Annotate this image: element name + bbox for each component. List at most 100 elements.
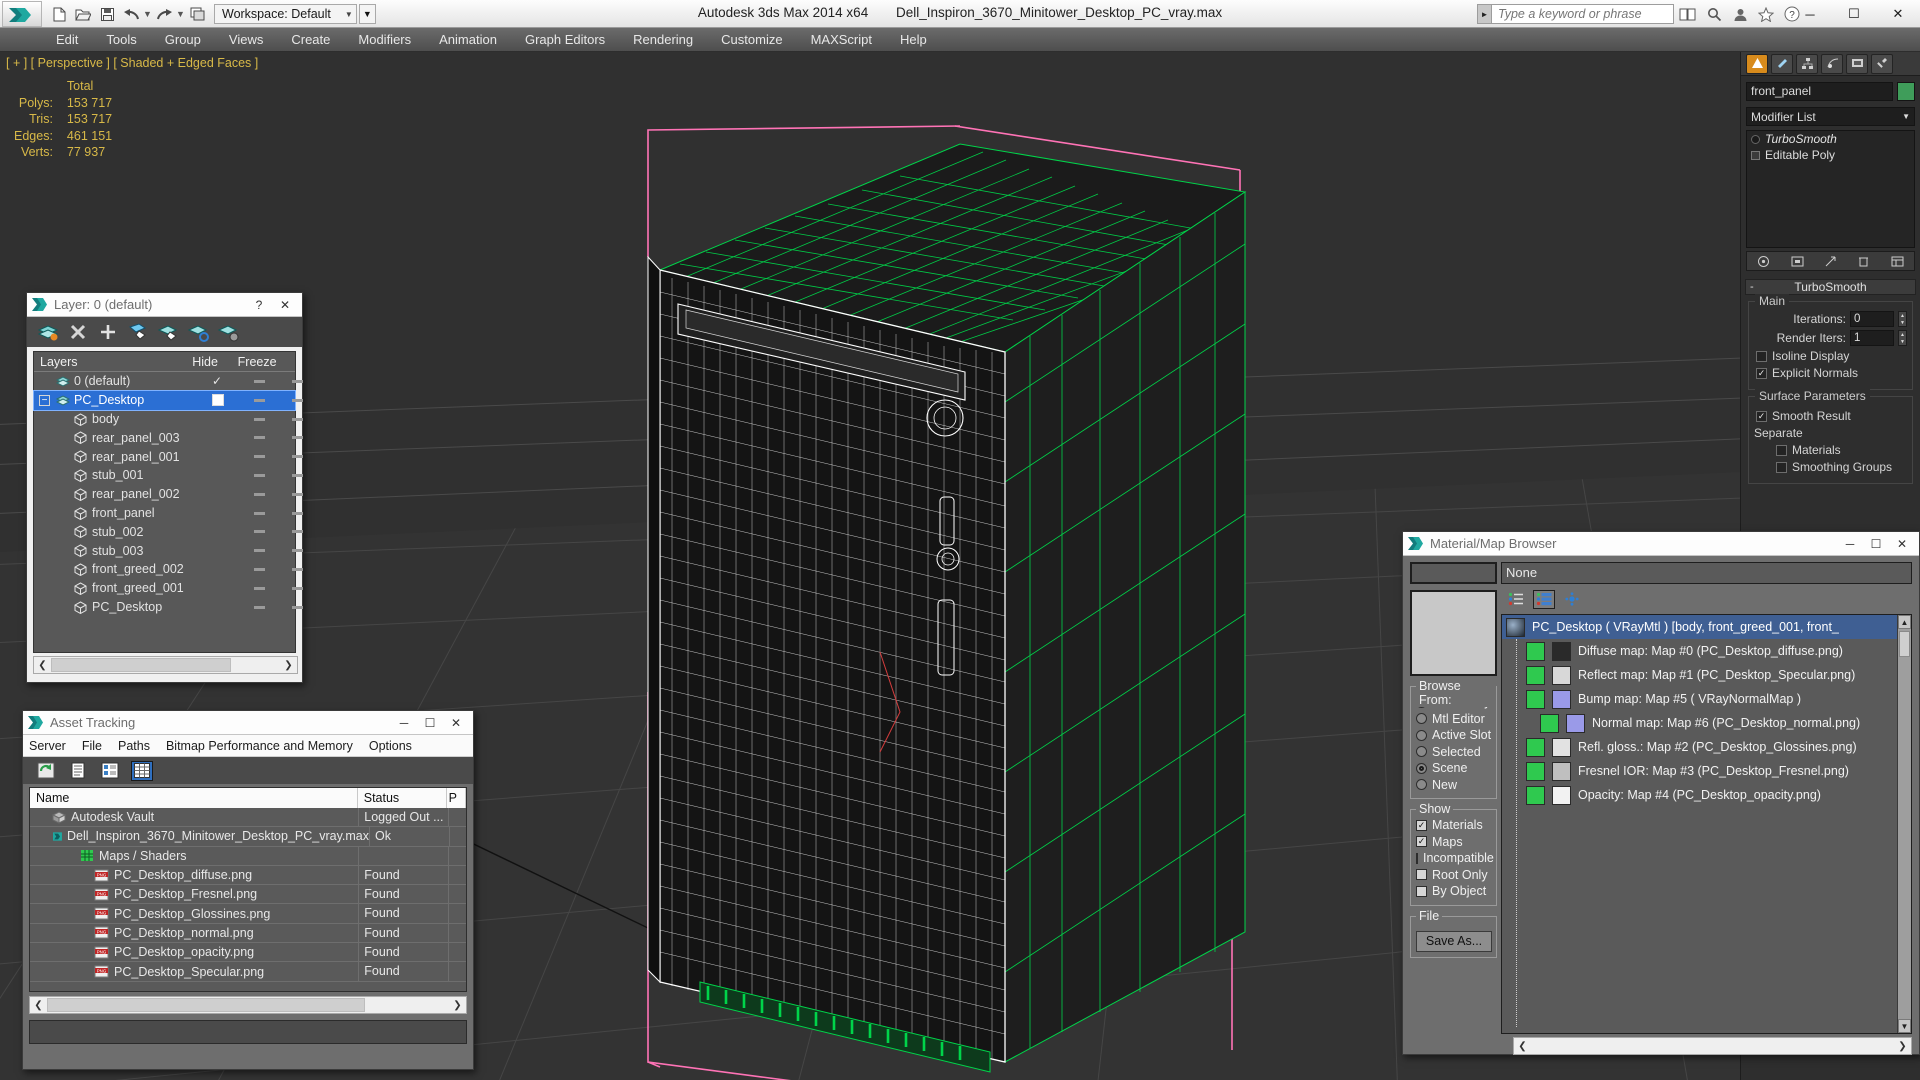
layer-list[interactable]: Layers Hide Freeze 0 (default) ✓ − PC_Deskt… <box>33 351 303 653</box>
isoline-display-row[interactable]: Isoline Display <box>1756 349 1907 363</box>
view-list-icon[interactable] <box>1505 590 1527 609</box>
remove-modifier-icon[interactable] <box>1855 253 1872 269</box>
isoline-display-checkbox[interactable] <box>1756 350 1767 362</box>
menu-item-customize[interactable]: Customize <box>707 28 796 52</box>
search-icon[interactable] <box>1704 4 1724 24</box>
layer-row[interactable]: rear_panel_003 <box>34 428 303 447</box>
make-unique-icon[interactable] <box>1822 253 1839 269</box>
hide-toggle[interactable] <box>254 436 265 440</box>
asset-menu-paths[interactable]: Paths <box>118 739 150 753</box>
favorites-star-icon[interactable] <box>1756 4 1776 24</box>
hide-toggle[interactable] <box>254 417 265 421</box>
show-end-result-icon[interactable] <box>1789 253 1806 269</box>
show-option-maps[interactable]: ✓ Maps <box>1416 834 1492 851</box>
menu-item-edit[interactable]: Edit <box>42 28 92 52</box>
freeze-toggle[interactable] <box>292 436 303 440</box>
hide-toggle[interactable] <box>254 511 265 515</box>
checkbox-icon[interactable]: ✓ <box>1416 819 1427 831</box>
menu-item-group[interactable]: Group <box>151 28 215 52</box>
view-small-icons-icon[interactable] <box>1561 590 1583 609</box>
freeze-toggle[interactable] <box>292 473 303 477</box>
save-as-button[interactable]: Save As... <box>1416 930 1492 952</box>
layer-row[interactable]: front_greed_001 <box>34 579 303 598</box>
freeze-toggle[interactable] <box>292 417 303 421</box>
scroll-right-icon[interactable]: ❯ <box>449 997 466 1013</box>
smoothing-groups-row[interactable]: Smoothing Groups <box>1776 460 1907 474</box>
tab-modify[interactable] <box>1771 53 1793 74</box>
material-root-row[interactable]: PC_Desktop ( VRayMtl ) [body, front_gree… <box>1502 615 1911 639</box>
object-color-swatch[interactable] <box>1897 81 1915 101</box>
hide-toggle[interactable] <box>254 567 265 571</box>
help-sign-in-icon[interactable] <box>1730 4 1750 24</box>
mmb-horizontal-scrollbar[interactable]: ❮ ❯ <box>1513 1037 1912 1055</box>
layer-active-check-icon[interactable]: ✓ <box>212 374 222 388</box>
layer-expander-icon[interactable]: − <box>39 394 50 406</box>
browse-from-scene[interactable]: Scene <box>1416 760 1492 777</box>
radio-icon[interactable] <box>1416 779 1427 791</box>
menu-item-create[interactable]: Create <box>277 28 344 52</box>
scroll-thumb[interactable] <box>47 998 365 1012</box>
browse-from-mtl-editor[interactable]: Mtl Editor <box>1416 711 1492 728</box>
freeze-toggle[interactable] <box>292 398 303 402</box>
hide-toggle[interactable] <box>254 549 265 553</box>
layer-row[interactable]: body <box>34 410 303 429</box>
pin-stack-icon[interactable] <box>1755 253 1772 269</box>
layer-row[interactable]: stub_003 <box>34 541 303 560</box>
asset-table-row[interactable]: PNG PC_Desktop_Fresnel.png Found <box>30 885 466 905</box>
explicit-normals-checkbox[interactable]: ✓ <box>1756 367 1767 379</box>
hide-toggle[interactable] <box>254 455 265 459</box>
smoothing-groups-checkbox[interactable] <box>1776 461 1787 473</box>
menu-item-tools[interactable]: Tools <box>92 28 150 52</box>
asset-minimize-button[interactable]: ─ <box>391 712 417 734</box>
map-row[interactable]: Normal map: Map #6 (PC_Desktop_normal.pn… <box>1502 711 1911 735</box>
grid-view-icon[interactable] <box>131 760 153 781</box>
material-map-browser-dialog[interactable]: Material/Map Browser ─ ☐ ✕ Browse From: … <box>1402 531 1920 1055</box>
asset-table-row[interactable]: PNG PC_Desktop_opacity.png Found <box>30 943 466 963</box>
tab-display[interactable] <box>1846 53 1868 74</box>
search-dropdown-icon[interactable]: ► <box>1477 4 1492 24</box>
create-new-layer-icon[interactable] <box>35 320 61 344</box>
radio-icon[interactable] <box>1416 713 1427 725</box>
hide-toggle[interactable] <box>254 492 265 496</box>
exchange-icon[interactable] <box>1678 4 1698 24</box>
render-iters-input[interactable]: 1 <box>1850 330 1894 346</box>
browse-from-selected[interactable]: Selected <box>1416 744 1492 761</box>
tab-hierarchy[interactable] <box>1796 53 1818 74</box>
scroll-left-icon[interactable]: ❮ <box>30 997 47 1013</box>
mmb-close-button[interactable]: ✕ <box>1889 533 1915 555</box>
search-input[interactable]: Type a keyword or phrase <box>1492 4 1674 24</box>
asset-menu-server[interactable]: Server <box>29 739 66 753</box>
checkbox-icon[interactable] <box>1416 869 1427 881</box>
layer-dialog[interactable]: Layer: 0 (default) ? ✕ Layers Hide Freez… <box>26 292 303 683</box>
scroll-thumb[interactable] <box>1899 631 1910 657</box>
detail-view-icon[interactable] <box>99 761 121 781</box>
freeze-toggle[interactable] <box>292 549 303 553</box>
mmb-maximize-button[interactable]: ☐ <box>1863 533 1889 555</box>
layer-row[interactable]: rear_panel_002 <box>34 485 303 504</box>
browse-from-new[interactable]: New <box>1416 777 1492 794</box>
checkbox-icon[interactable] <box>1416 885 1427 897</box>
materials-checkbox[interactable] <box>1776 444 1787 456</box>
view-list-icons-icon[interactable] <box>1533 589 1555 609</box>
smooth-result-checkbox[interactable]: ✓ <box>1756 410 1767 422</box>
lightbulb-icon[interactable] <box>1751 134 1760 144</box>
asset-table[interactable]: Name Status P Autodesk Vault Logged Out .… <box>29 787 467 992</box>
freeze-toggle[interactable] <box>292 492 303 496</box>
mmb-slot-name-box[interactable] <box>1410 562 1497 584</box>
layer-dialog-close-button[interactable]: ✕ <box>272 294 298 316</box>
asset-table-row[interactable]: PNG PC_Desktop_Specular.png Found <box>30 962 466 982</box>
layer-row[interactable]: − PC_Desktop <box>33 389 303 411</box>
tab-create[interactable] <box>1746 53 1768 74</box>
asset-close-button[interactable]: ✕ <box>443 712 469 734</box>
layer-active-checkbox[interactable] <box>212 393 224 406</box>
hide-toggle[interactable] <box>254 398 265 402</box>
configure-sets-icon[interactable] <box>1889 253 1906 269</box>
list-view-icon[interactable] <box>67 761 89 781</box>
select-highlighted-layer-icon[interactable] <box>155 320 181 344</box>
freeze-toggle[interactable] <box>292 605 303 609</box>
menu-item-modifiers[interactable]: Modifiers <box>344 28 425 52</box>
asset-menu-file[interactable]: File <box>82 739 102 753</box>
smooth-result-row[interactable]: ✓ Smooth Result <box>1756 409 1907 423</box>
layer-dialog-help-button[interactable]: ? <box>246 294 272 316</box>
freeze-toggle[interactable] <box>292 380 303 383</box>
